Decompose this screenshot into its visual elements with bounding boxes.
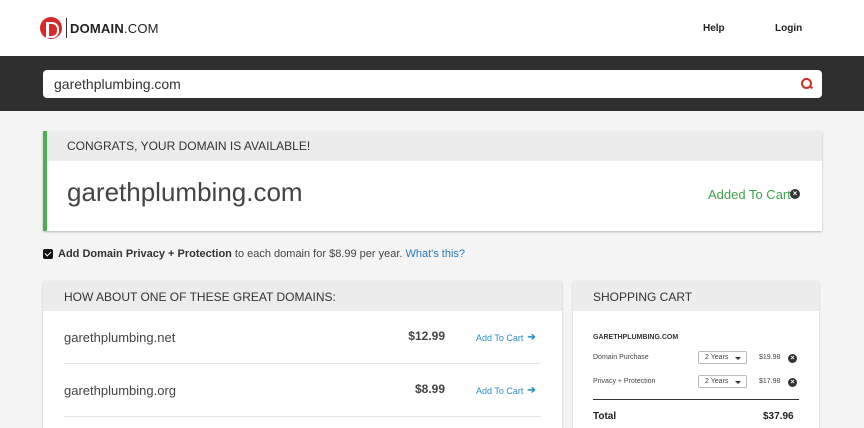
cart-heading: SHOPPING CART [593, 290, 693, 304]
chevron-down-icon [735, 381, 741, 384]
add-to-cart-button[interactable]: Add To Cart ➔ [476, 385, 536, 396]
arrow-right-icon: ➔ [527, 332, 536, 343]
cart-line-label: Domain Purchase [593, 354, 649, 361]
term-select[interactable]: 2 Years [698, 375, 747, 388]
privacy-bold-label: Add Domain Privacy + Protection [58, 248, 232, 260]
logo-brand: DOMAIN [70, 20, 124, 36]
suggestion-price: $8.99 [414, 382, 445, 396]
available-domain-name: garethplumbing.com [67, 177, 303, 207]
cart-line-price: $19.98 [759, 354, 781, 361]
domain-search-input[interactable]: garethplumbing.com [54, 76, 181, 92]
remove-item-icon[interactable]: × [788, 354, 797, 363]
suggestion-row: garethplumbing.net $12.99 Add To Cart ➔ [64, 311, 541, 364]
logo-d-icon [40, 17, 62, 39]
remove-from-cart-icon[interactable]: × [790, 189, 800, 199]
cart-line-price: $17.98 [759, 378, 781, 385]
login-link[interactable]: Login [775, 23, 802, 34]
domain-available-card: CONGRATS, YOUR DOMAIN IS AVAILABLE! gare… [43, 131, 822, 231]
suggestion-domain-name: garethplumbing.org [64, 383, 177, 398]
cart-domain-name: GARETHPLUMBING.COM [593, 334, 679, 341]
logo-divider [66, 18, 67, 38]
term-select-value: 2 Years [705, 354, 729, 361]
privacy-option: Add Domain Privacy + Protection to each … [43, 248, 465, 260]
domain-com-logo[interactable]: DOMAIN.COM [40, 17, 159, 39]
suggestion-price: $12.99 [408, 329, 445, 343]
logo-text: DOMAIN.COM [70, 21, 159, 36]
privacy-checkbox[interactable] [43, 249, 53, 259]
cart-total-value: $37.96 [763, 411, 794, 422]
available-header: CONGRATS, YOUR DOMAIN IS AVAILABLE! [47, 131, 822, 161]
available-heading: CONGRATS, YOUR DOMAIN IS AVAILABLE! [67, 139, 311, 153]
add-to-cart-button[interactable]: Add To Cart ➔ [476, 332, 536, 343]
privacy-label: to each domain for $8.99 per year. [234, 248, 403, 260]
top-header: DOMAIN.COM Help Login [0, 0, 864, 56]
chevron-down-icon [735, 357, 741, 360]
suggestions-header: HOW ABOUT ONE OF THESE GREAT DOMAINS: [43, 281, 562, 311]
cart-header: SHOPPING CART [573, 281, 819, 311]
suggestion-domain-name: garethplumbing.net [64, 330, 176, 345]
logo-tld: .COM [123, 20, 159, 36]
domain-suggestions-card: HOW ABOUT ONE OF THESE GREAT DOMAINS: ga… [43, 281, 562, 428]
cart-line-label: Privacy + Protection [593, 378, 656, 385]
suggestions-heading: HOW ABOUT ONE OF THESE GREAT DOMAINS: [64, 290, 336, 304]
add-to-cart-label: Add To Cart [476, 385, 524, 396]
shopping-cart-card: SHOPPING CART GARETHPLUMBING.COM Domain … [573, 281, 819, 428]
whats-this-link[interactable]: What's this? [405, 248, 465, 260]
remove-item-icon[interactable]: × [788, 378, 797, 387]
cart-divider [593, 399, 799, 400]
add-to-cart-label: Add To Cart [476, 332, 524, 343]
term-select-value: 2 Years [705, 378, 729, 385]
help-link[interactable]: Help [703, 23, 725, 34]
search-icon[interactable] [801, 78, 812, 89]
suggestion-row: garethplumbing.org $8.99 Add To Cart ➔ [64, 364, 541, 417]
term-select[interactable]: 2 Years [698, 351, 747, 364]
added-to-cart-status: Added To Cart [708, 187, 791, 202]
domain-search-box[interactable]: garethplumbing.com [43, 70, 822, 98]
search-band: garethplumbing.com [0, 56, 864, 111]
arrow-right-icon: ➔ [527, 385, 536, 396]
cart-total-label: Total [593, 411, 617, 422]
